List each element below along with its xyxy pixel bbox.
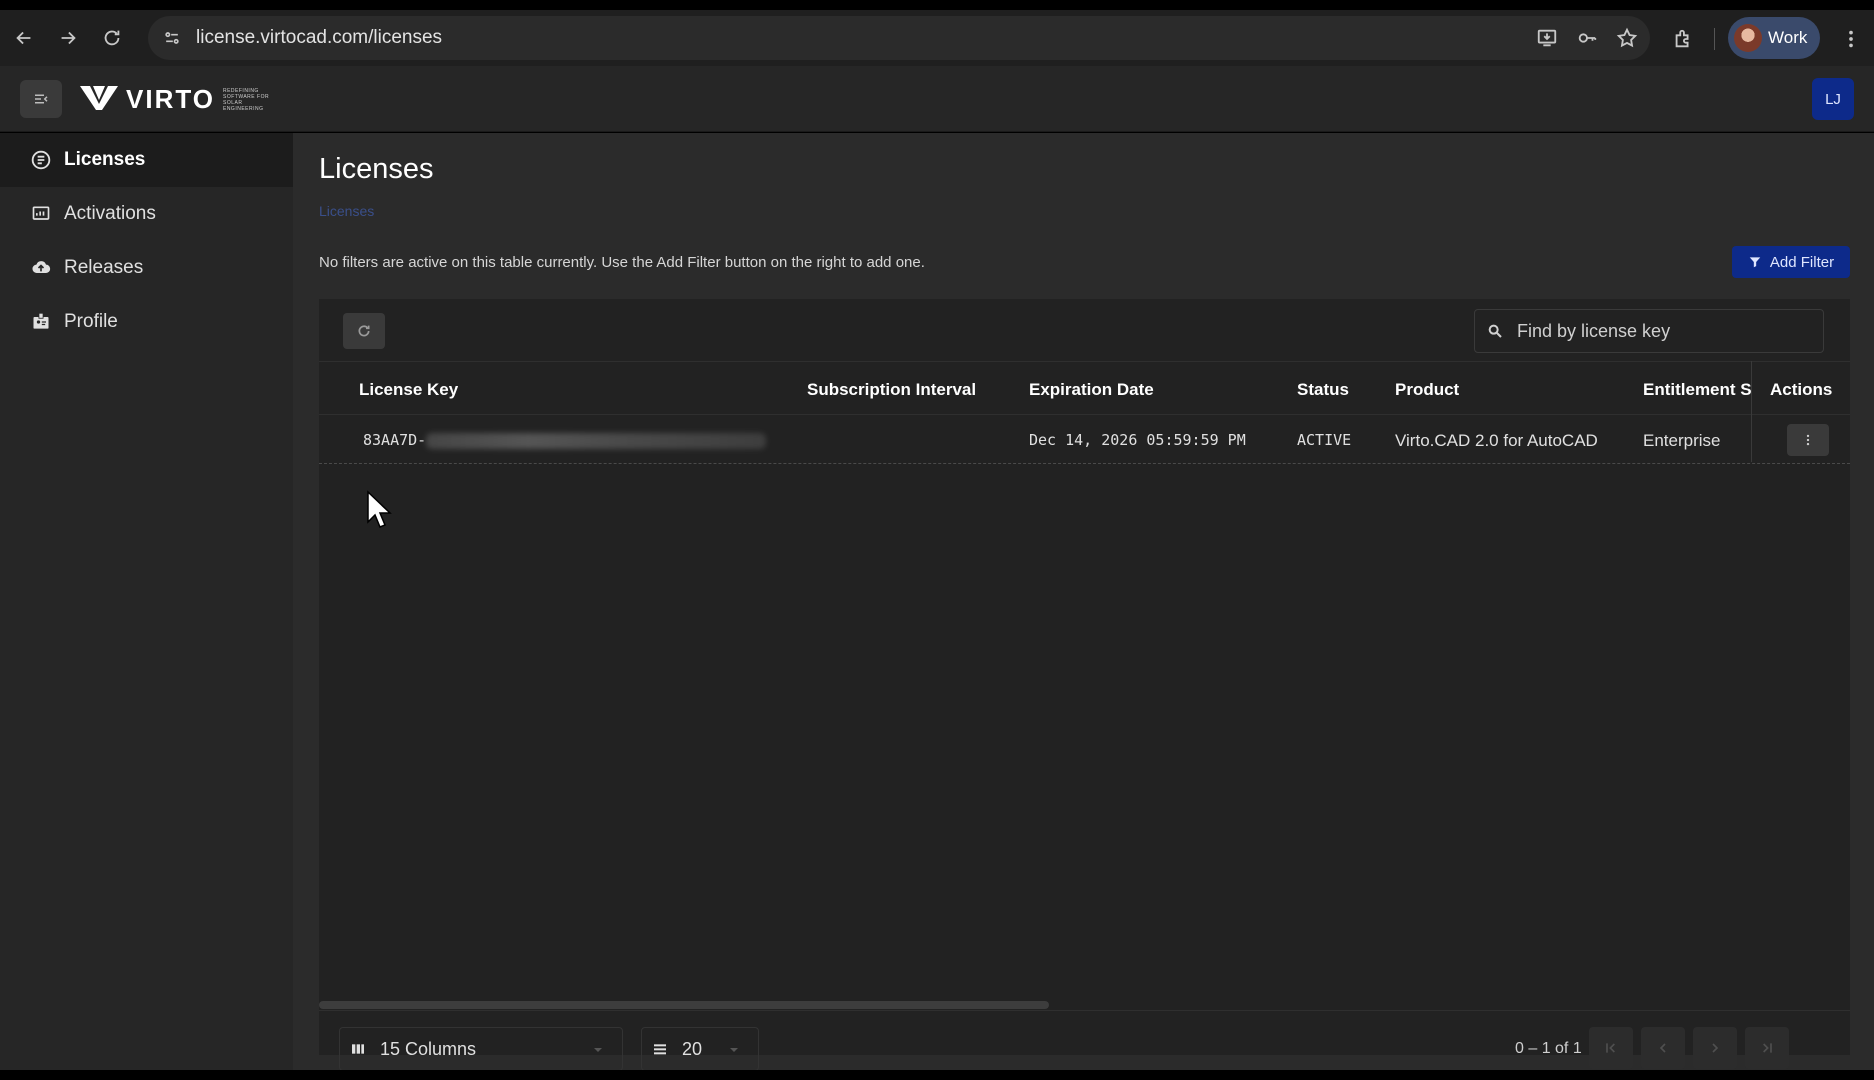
chevron-down-icon xyxy=(594,1048,602,1052)
toolbar-separator xyxy=(1714,28,1715,50)
column-header-status[interactable]: Status xyxy=(1297,380,1349,400)
columns-select[interactable]: 15 Columns xyxy=(339,1027,623,1071)
sidebar-item-label: Activations xyxy=(64,203,156,224)
chevron-right-icon xyxy=(1712,1043,1719,1053)
license-search[interactable] xyxy=(1474,309,1824,353)
column-header-actions: Actions xyxy=(1770,380,1833,399)
last-page-icon xyxy=(1763,1043,1772,1053)
screen: license.virtocad.com/licenses Work VIRTO… xyxy=(0,0,1874,1080)
rows-icon xyxy=(654,1044,666,1055)
sidebar-item-activations[interactable]: Activations xyxy=(0,187,293,241)
browser-profile-button[interactable]: Work xyxy=(1728,17,1820,59)
filter-icon xyxy=(1749,257,1761,268)
expiration-date-cell: Dec 14, 2026 05:59:59 PM xyxy=(1029,431,1246,449)
first-page-icon xyxy=(1606,1043,1615,1053)
reload-icon[interactable] xyxy=(92,18,132,58)
password-key-icon[interactable] xyxy=(1572,23,1602,53)
chevron-left-icon xyxy=(1659,1043,1666,1053)
sidebar: Licenses Activations Releases Profile xyxy=(0,133,293,1070)
breadcrumb[interactable]: Licenses xyxy=(319,203,374,219)
previous-page-button[interactable] xyxy=(1641,1027,1685,1069)
license-key-redacted xyxy=(426,432,767,449)
profile-name: Work xyxy=(1768,28,1808,47)
profile-avatar xyxy=(1734,24,1762,52)
column-header-subscription-interval[interactable]: Subscription Interval xyxy=(807,380,976,400)
extensions-icon[interactable] xyxy=(1668,24,1698,54)
columns-icon xyxy=(352,1044,364,1054)
back-icon[interactable] xyxy=(4,18,44,58)
browser-toolbar: license.virtocad.com/licenses Work xyxy=(0,10,1874,66)
column-header-license-key[interactable]: License Key xyxy=(359,380,458,400)
refresh-icon xyxy=(358,325,370,337)
last-page-button[interactable] xyxy=(1745,1027,1789,1069)
chevron-down-icon xyxy=(730,1048,738,1052)
product-cell: Virto.CAD 2.0 for AutoCAD xyxy=(1395,431,1598,450)
sidebar-item-label: Releases xyxy=(64,257,144,278)
bottom-edge xyxy=(0,1070,1874,1080)
search-input[interactable] xyxy=(1517,320,1797,342)
page-size-select[interactable]: 20 xyxy=(641,1027,759,1071)
column-header-expiration-date[interactable]: Expiration Date xyxy=(1029,380,1154,400)
scrollbar-thumb[interactable] xyxy=(319,1001,1049,1009)
page-title: Licenses xyxy=(319,153,434,185)
sidebar-item-releases[interactable]: Releases xyxy=(0,241,293,295)
sidebar-item-label: Licenses xyxy=(64,149,146,170)
monitor-chart-icon xyxy=(30,203,52,225)
address-bar[interactable]: license.virtocad.com/licenses xyxy=(148,16,1650,60)
first-page-button[interactable] xyxy=(1589,1027,1633,1069)
horizontal-scrollbar[interactable] xyxy=(319,999,1850,1009)
virto-logo-icon xyxy=(80,82,118,117)
mouse-cursor-icon xyxy=(367,490,392,528)
column-header-entitlement-sets[interactable]: Entitlement Sets xyxy=(1643,380,1751,400)
url-text[interactable]: license.virtocad.com/licenses xyxy=(196,27,442,49)
columns-select-value: 15 Columns xyxy=(380,1038,477,1059)
main-content: Licenses Licenses No filters are active … xyxy=(293,133,1874,1071)
column-header-product[interactable]: Product xyxy=(1395,380,1459,400)
more-vertical-icon xyxy=(1806,434,1810,446)
sidebar-toggle-button[interactable] xyxy=(20,80,62,118)
page-size-value: 20 xyxy=(682,1038,703,1059)
search-icon xyxy=(1488,324,1502,338)
forward-icon[interactable] xyxy=(48,18,88,58)
entitlement-sets-cell: Enterprise xyxy=(1643,431,1721,450)
virto-logo[interactable]: VIRTO REDEFINING SOFTWARE FOR SOLAR ENGI… xyxy=(80,82,283,117)
user-avatar-button[interactable]: LJ xyxy=(1812,78,1854,120)
licenses-table-panel: License Key Subscription Interval Expira… xyxy=(319,299,1850,1071)
app-header: VIRTO REDEFINING SOFTWARE FOR SOLAR ENGI… xyxy=(0,66,1874,132)
next-page-button[interactable] xyxy=(1693,1027,1737,1069)
license-key-prefix: 83AA7D- xyxy=(363,431,427,449)
add-filter-button[interactable]: Add Filter xyxy=(1732,246,1850,278)
sidebar-item-label: Profile xyxy=(64,311,118,332)
list-circle-icon xyxy=(30,149,52,171)
sidebar-item-licenses[interactable]: Licenses xyxy=(0,133,293,187)
status-cell: ACTIVE xyxy=(1297,431,1352,449)
bookmark-star-icon[interactable] xyxy=(1612,23,1642,53)
sidebar-item-profile[interactable]: Profile xyxy=(0,295,293,349)
row-actions-button[interactable] xyxy=(1787,424,1829,456)
logo-tagline: REDEFINING SOFTWARE FOR SOLAR ENGINEERIN… xyxy=(222,87,270,112)
browser-menu-icon[interactable] xyxy=(1836,24,1866,54)
id-badge-icon xyxy=(30,311,52,333)
install-app-icon[interactable] xyxy=(1532,23,1562,53)
license-key-cell[interactable]: 83AA7D- xyxy=(363,431,767,449)
site-settings-icon[interactable] xyxy=(152,18,192,58)
logo-text: VIRTO xyxy=(126,84,215,114)
refresh-button[interactable] xyxy=(343,313,385,349)
table-row[interactable]: 83AA7D- Dec 14, 2026 05:59:59 PM ACTIVE … xyxy=(319,416,1850,464)
table-header: License Key Subscription Interval Expira… xyxy=(319,361,1850,415)
cloud-upload-icon xyxy=(30,257,52,279)
menu-collapse-icon xyxy=(35,94,48,104)
table-footer: 15 Columns 20 0 – 1 of 1 xyxy=(319,1010,1850,1071)
pagination-info: 0 – 1 of 1 xyxy=(1515,1040,1582,1057)
add-filter-label: Add Filter xyxy=(1769,253,1835,271)
filter-status-text: No filters are active on this table curr… xyxy=(319,254,925,271)
